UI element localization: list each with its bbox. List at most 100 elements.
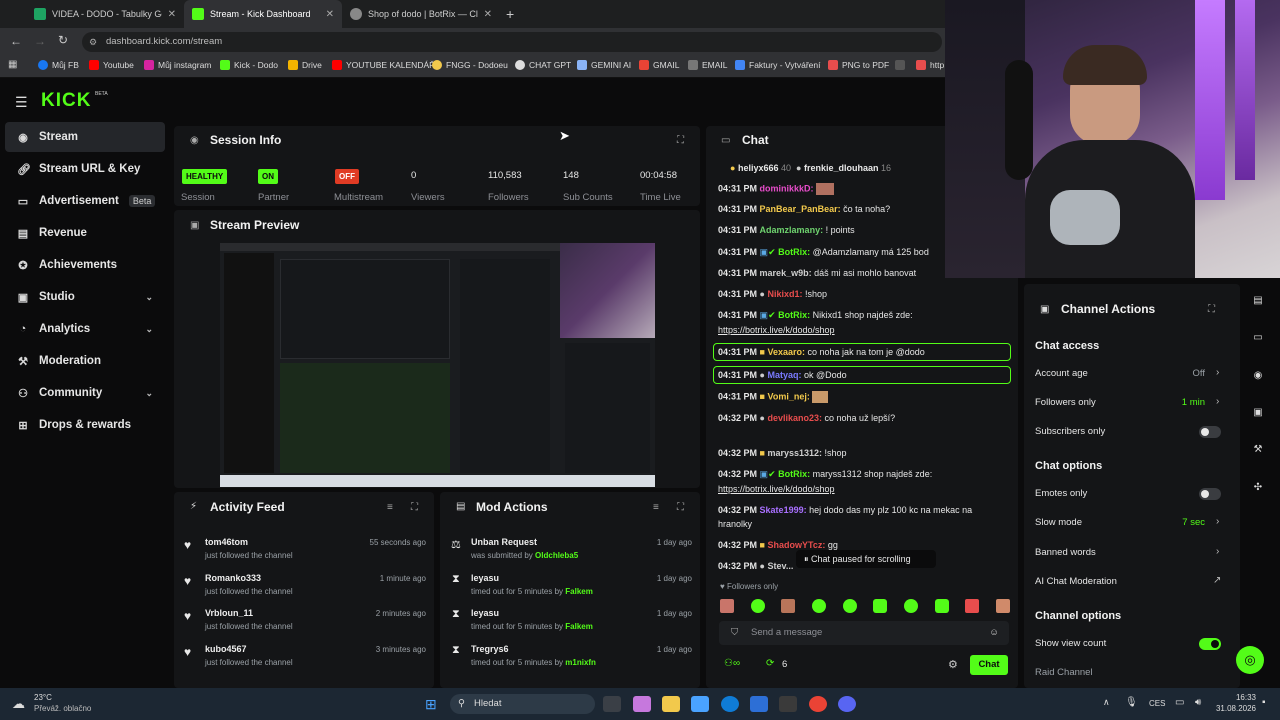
- menu-icon[interactable]: ☰: [15, 94, 28, 111]
- account-age-value[interactable]: Off: [1160, 368, 1206, 379]
- app-icon[interactable]: [691, 696, 709, 712]
- language-indicator[interactable]: CES: [1149, 699, 1165, 708]
- app-icon[interactable]: [779, 696, 797, 712]
- sidebar-item-moderation[interactable]: ⚒ Moderation: [5, 346, 165, 376]
- emote[interactable]: [965, 599, 980, 613]
- emote[interactable]: [995, 599, 1010, 613]
- sidebar-item-stream[interactable]: ◉ Stream: [5, 122, 165, 152]
- bookmark-item[interactable]: YOUTUBE KALENDÁŘ: [332, 60, 435, 70]
- bookmark-item[interactable]: FNGG - Dodoeu: [432, 60, 508, 70]
- banned-words-label[interactable]: Banned words: [1035, 547, 1096, 558]
- close-icon[interactable]: ✕: [168, 9, 176, 20]
- sidebar-item-revenue[interactable]: ▤ Revenue: [5, 218, 165, 248]
- bookmark-item[interactable]: CHAT GPT: [515, 60, 571, 70]
- mod-item-name[interactable]: leyasu: [471, 608, 499, 618]
- discord-icon[interactable]: [838, 696, 856, 712]
- mod-user[interactable]: m1nixfn: [565, 658, 596, 667]
- chat-link[interactable]: https://botrix.live/k/dodo/shop: [718, 325, 1018, 335]
- back-icon[interactable]: ←: [10, 34, 22, 48]
- chat-paused-pill[interactable]: ⏸ Chat paused for scrolling: [796, 550, 936, 568]
- bookmark-item[interactable]: Můj FB: [38, 60, 79, 70]
- bookmark-item[interactable]: Youtube: [89, 60, 134, 70]
- forward-icon[interactable]: →: [34, 34, 46, 48]
- feed-item-name[interactable]: Romanko333: [205, 573, 261, 583]
- emote[interactable]: [873, 599, 888, 613]
- clock-time[interactable]: 16:33: [1230, 693, 1256, 702]
- bookmark-item[interactable]: [895, 60, 905, 70]
- sidebar-item-studio[interactable]: ▣ Studio ⌄: [5, 282, 165, 312]
- sidebar-item-community[interactable]: ⚇ Community ⌄: [5, 378, 165, 408]
- followers-only-value[interactable]: 1 min: [1160, 397, 1205, 408]
- feed-item-name[interactable]: Vrbloun_11: [205, 608, 253, 618]
- bookmark-item[interactable]: Kick - Dodo: [220, 60, 278, 70]
- apps-grid-icon[interactable]: ▦: [8, 59, 17, 70]
- filter-icon[interactable]: ≡: [387, 502, 393, 513]
- bookmark-item[interactable]: http: [916, 60, 944, 70]
- tray-chevron-icon[interactable]: ∧: [1103, 697, 1110, 708]
- chrome-icon[interactable]: [809, 696, 827, 712]
- sidebar-item-analytics[interactable]: ◔ Analytics ⌄: [5, 314, 165, 344]
- support-button[interactable]: ◎: [1236, 646, 1264, 674]
- tab-kick-dashboard[interactable]: Stream - Kick Dashboard ✕: [184, 0, 342, 28]
- mod-item-name[interactable]: Tregrys6: [471, 644, 509, 654]
- chat-message-input[interactable]: ⛉ Send a message ☺: [719, 621, 1009, 645]
- mod-item-name[interactable]: leyasu: [471, 573, 499, 583]
- feed-item-name[interactable]: kubo4567: [205, 644, 247, 654]
- close-icon[interactable]: ✕: [484, 9, 492, 20]
- expand-icon[interactable]: ⛶: [677, 135, 684, 146]
- app-icon[interactable]: [750, 696, 768, 712]
- emote[interactable]: [781, 599, 796, 613]
- mic-icon[interactable]: 🎙︎: [1125, 697, 1138, 708]
- kick-logo[interactable]: KICK: [41, 90, 91, 112]
- chevron-right-icon[interactable]: ›: [1216, 396, 1219, 407]
- volume-icon[interactable]: 🔊︎: [1195, 697, 1201, 708]
- external-link-icon[interactable]: ↗: [1213, 575, 1221, 586]
- expand-icon[interactable]: ⛶: [677, 502, 684, 513]
- chevron-right-icon[interactable]: ›: [1216, 516, 1219, 527]
- app-icon[interactable]: [633, 696, 651, 712]
- weather-icon[interactable]: ☁: [12, 696, 25, 712]
- edge-icon[interactable]: [721, 696, 739, 712]
- points-icon[interactable]: ⟳: [766, 658, 774, 669]
- weather-temp[interactable]: 23°C: [34, 693, 52, 702]
- taskbar-search[interactable]: ⚲ Hledat: [450, 694, 595, 714]
- bookmark-item[interactable]: Drive: [288, 60, 322, 70]
- reload-icon[interactable]: ↻: [58, 33, 68, 47]
- feed-item-name[interactable]: tom46tom: [205, 537, 248, 547]
- rail-puzzle-icon[interactable]: ✣: [1247, 477, 1269, 499]
- filter-icon[interactable]: ≡: [653, 502, 659, 513]
- close-icon[interactable]: ✕: [326, 9, 334, 20]
- emote[interactable]: [750, 599, 765, 613]
- emote[interactable]: [934, 599, 949, 613]
- emote[interactable]: [811, 599, 826, 613]
- sidebar-item-stream-url[interactable]: 🔗︎ Stream URL & Key: [5, 154, 165, 184]
- slow-mode-value[interactable]: 7 sec: [1160, 517, 1205, 528]
- sidebar-item-advertisement[interactable]: ▭ Advertisement Beta: [5, 186, 165, 216]
- bookmark-item[interactable]: GMAIL: [639, 60, 679, 70]
- chevron-right-icon[interactable]: ›: [1216, 367, 1219, 378]
- bookmark-item[interactable]: EMAIL: [688, 60, 728, 70]
- new-tab-button[interactable]: +: [506, 6, 514, 22]
- chat-link[interactable]: https://botrix.live/k/dodo/shop: [718, 484, 1018, 494]
- emote[interactable]: [903, 599, 918, 613]
- mod-user[interactable]: Falkem: [565, 587, 593, 596]
- sidebar-item-drops[interactable]: ⊞ Drops & rewards: [5, 410, 165, 440]
- clock-date[interactable]: 31.08.2026: [1210, 704, 1256, 713]
- mod-item-name[interactable]: Unban Request: [471, 537, 537, 547]
- bookmark-item[interactable]: PNG to PDF: [828, 60, 889, 70]
- rail-chat-icon[interactable]: ▭: [1247, 327, 1269, 349]
- network-icon[interactable]: ▭: [1175, 697, 1184, 708]
- raid-channel-label[interactable]: Raid Channel: [1035, 667, 1093, 678]
- rail-session-icon[interactable]: ▤: [1247, 290, 1269, 312]
- bookmark-item[interactable]: Můj instagram: [144, 60, 211, 70]
- emote[interactable]: [720, 599, 734, 613]
- gifter-name[interactable]: frenkie_dlouhaan: [804, 163, 879, 173]
- sidebar-item-achievements[interactable]: ✪ Achievements: [5, 250, 165, 280]
- explorer-icon[interactable]: [662, 696, 680, 712]
- rail-stream-icon[interactable]: ◉: [1247, 365, 1269, 387]
- rail-wrench-icon[interactable]: ⚒: [1247, 439, 1269, 461]
- tab-videa[interactable]: VIDEA - DODO - Tabulky Goog ✕: [26, 0, 184, 28]
- watch-streak-icon[interactable]: ⚇∞: [724, 658, 740, 669]
- rail-mod-icon[interactable]: ▣: [1247, 402, 1269, 424]
- gifter-name[interactable]: heliyx666: [738, 163, 779, 173]
